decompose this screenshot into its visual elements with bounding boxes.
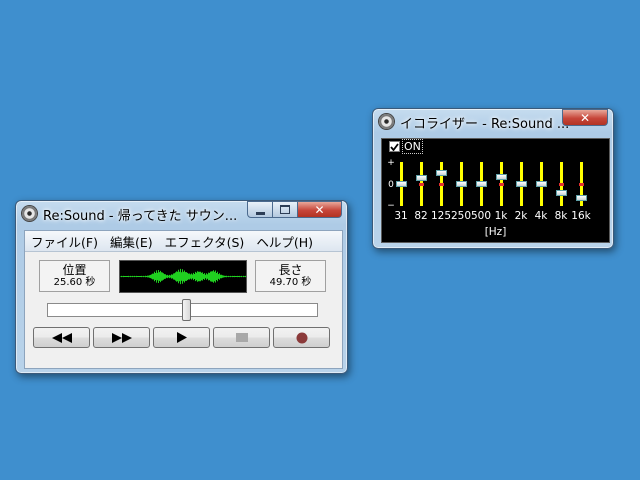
eq-band-knob[interactable] — [456, 181, 467, 187]
menu-bar: ファイル(F) 編集(E) エフェクタ(S) ヘルプ(H) — [25, 231, 342, 252]
rewind-button[interactable] — [33, 327, 90, 348]
close-icon: ✕ — [579, 110, 591, 125]
close-button[interactable]: ✕ — [298, 201, 342, 218]
maximize-icon — [280, 205, 290, 214]
length-value: 49.70 秒 — [269, 277, 312, 288]
eq-center-mark — [419, 183, 424, 186]
main-window-title: Re:Sound - 帰ってきた サウン... — [43, 209, 238, 224]
position-value: 25.60 秒 — [53, 277, 96, 288]
minimize-button[interactable] — [247, 201, 273, 218]
eq-center-mark — [579, 183, 584, 186]
seek-slider[interactable] — [47, 299, 318, 321]
eq-close-button[interactable]: ✕ — [562, 109, 608, 126]
eq-center-mark — [559, 183, 564, 186]
menu-file[interactable]: ファイル(F) — [25, 232, 104, 251]
stop-icon — [235, 333, 248, 342]
eq-on-checkbox[interactable] — [389, 141, 400, 152]
checkmark-icon — [390, 142, 399, 151]
main-client-area: ファイル(F) 編集(E) エフェクタ(S) ヘルプ(H) 位置 25.60 秒… — [24, 230, 343, 369]
minimize-icon — [255, 211, 265, 215]
waveform-path — [120, 268, 246, 285]
play-icon — [176, 332, 187, 343]
rewind-icon — [51, 332, 72, 343]
waveform-display — [119, 260, 247, 293]
menu-help[interactable]: ヘルプ(H) — [250, 232, 319, 251]
position-panel: 位置 25.60 秒 — [39, 260, 110, 292]
position-label: 位置 — [62, 263, 87, 277]
maximize-button[interactable] — [273, 201, 298, 218]
eq-center-mark — [439, 183, 444, 186]
length-panel: 長さ 49.70 秒 — [255, 260, 326, 292]
fast-forward-button[interactable] — [93, 327, 150, 348]
eq-window-title: イコライザー - Re:Sound ... — [400, 117, 570, 132]
eq-band-knob[interactable] — [416, 175, 427, 181]
equalizer-panel: ON + 0 − 31 82 125 250 500 1k 2k 4k 8k 16k [Hz] — [381, 138, 610, 243]
waveform-graph — [120, 268, 246, 285]
menu-edit[interactable]: 編集(E) — [104, 232, 159, 251]
main-title-bar[interactable]: Re:Sound - 帰ってきた サウン... ✕ — [16, 201, 347, 225]
eq-band-knob[interactable] — [536, 181, 547, 187]
stop-button[interactable] — [213, 327, 270, 348]
eq-on-label[interactable]: ON — [402, 139, 423, 154]
close-icon: ✕ — [314, 202, 325, 217]
eq-band-knob[interactable] — [556, 190, 567, 196]
eq-band-knob[interactable] — [496, 174, 507, 180]
eq-title-bar[interactable]: イコライザー - Re:Sound ... ✕ — [373, 109, 613, 133]
play-button[interactable] — [153, 327, 210, 348]
eq-band-knob[interactable] — [396, 181, 407, 187]
eq-band-knob[interactable] — [576, 195, 587, 201]
eq-band-knob[interactable] — [476, 181, 487, 187]
eq-frequency-label: 16k — [571, 210, 591, 222]
main-caption-buttons: ✕ — [247, 201, 342, 218]
seek-slider-thumb[interactable] — [182, 299, 191, 321]
menu-effector[interactable]: エフェクタ(S) — [159, 232, 251, 251]
record-button[interactable] — [273, 327, 330, 348]
length-label: 長さ — [278, 263, 303, 277]
record-icon — [296, 332, 307, 343]
eq-center-mark — [499, 183, 504, 186]
eq-unit-label: [Hz] — [484, 226, 507, 238]
equalizer-window: イコライザー - Re:Sound ... ✕ ON + 0 − 31 82 125… — [372, 108, 614, 249]
eq-app-speaker-icon[interactable] — [379, 114, 394, 129]
main-window: Re:Sound - 帰ってきた サウン... ✕ ファイル(F) 編集(E) … — [15, 200, 348, 374]
fast-forward-icon — [111, 332, 132, 343]
eq-caption-buttons: ✕ — [562, 109, 608, 126]
eq-scale-plus: + — [387, 158, 395, 168]
eq-band-knob[interactable] — [516, 181, 527, 187]
eq-band-knob[interactable] — [436, 170, 447, 176]
app-speaker-icon[interactable] — [22, 206, 37, 221]
